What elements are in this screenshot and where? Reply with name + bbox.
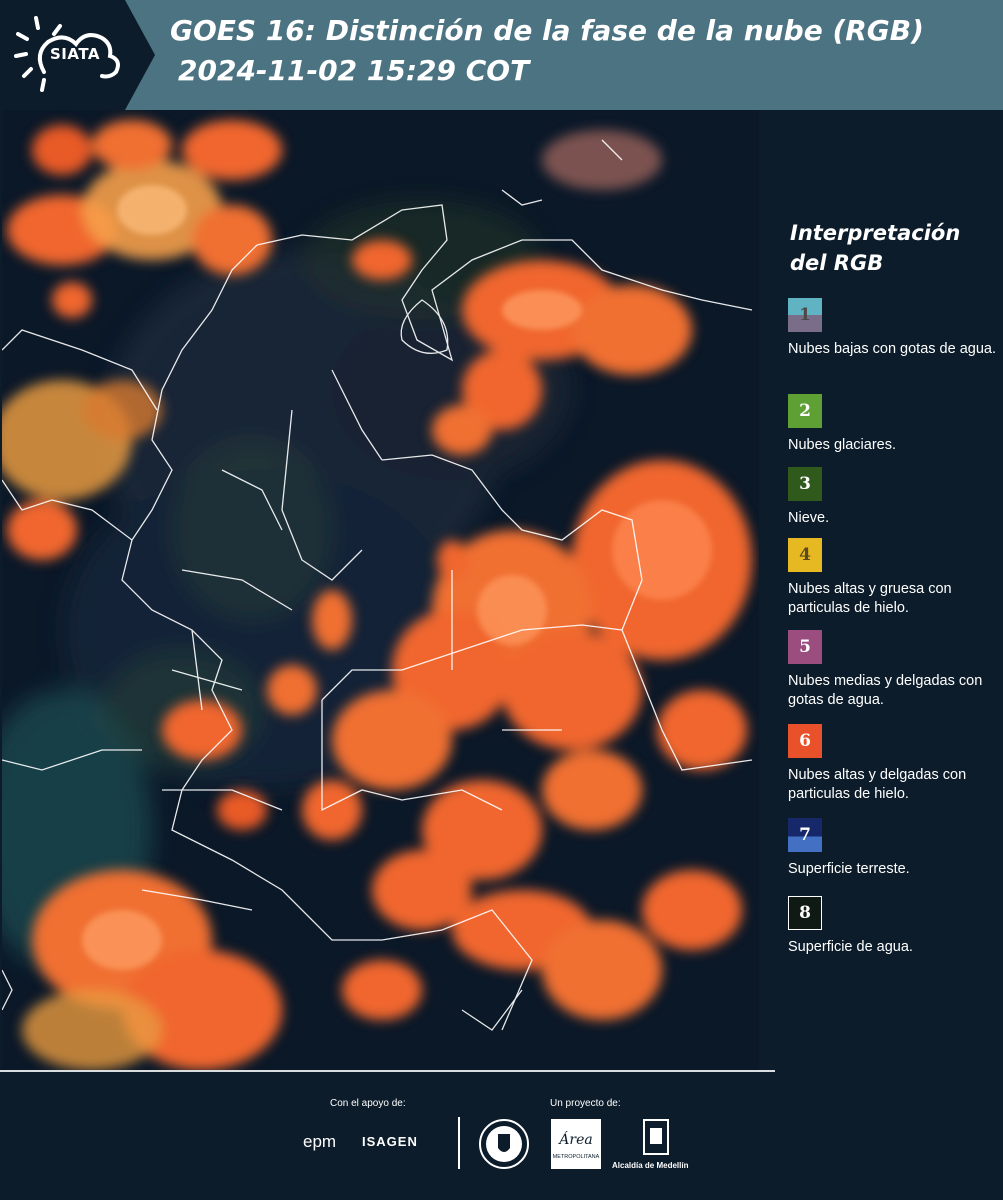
- legend-swatch-6: 6: [788, 724, 822, 758]
- siata-logo: SIATA: [0, 0, 155, 110]
- alcaldia-shield-icon: [643, 1119, 669, 1155]
- page-title: GOES 16: Distinción de la fase de la nub…: [170, 14, 924, 47]
- page-timestamp: 2024-11-02 15:29 COT: [178, 54, 530, 87]
- legend-swatch-2: 2: [788, 394, 822, 428]
- legend-label-8: Superficie de agua.: [788, 939, 913, 955]
- project-label: Un proyecto de:: [550, 1098, 621, 1109]
- legend-swatch-1: 1: [788, 298, 822, 332]
- legend-number-2: 2: [799, 401, 811, 421]
- legend-swatch-5: 5: [788, 630, 822, 664]
- legend-label-2: Nubes glaciares.: [788, 437, 896, 453]
- legend-label-3: Nieve.: [788, 510, 830, 526]
- legend-item-7: 7 Superficie terreste.: [788, 818, 998, 879]
- university-seal-icon: [479, 1119, 529, 1169]
- legend-label-4: Nubes altas y gruesa con particulas de h…: [788, 581, 952, 616]
- legend-number-4: 4: [799, 545, 811, 565]
- footer: Con el apoyo de: Un proyecto de: epm ISA…: [0, 1070, 1003, 1200]
- support-label: Con el apoyo de:: [330, 1098, 406, 1109]
- legend-item-2: 2 Nubes glaciares.: [788, 394, 998, 455]
- legend-panel: Interpretación del RGB 1 Nubes bajas con…: [760, 110, 1003, 1070]
- area-logo-subtext: METROPOLITANA: [553, 1154, 600, 1160]
- legend-item-5: 5 Nubes medias y delgadas con gotas de a…: [788, 630, 998, 710]
- legend-swatch-7: 7: [788, 818, 822, 852]
- header-bar: SIATA GOES 16: Distinción de la fase de …: [0, 0, 1003, 110]
- legend-number-8: 8: [799, 903, 811, 923]
- legend-item-3: 3 Nieve.: [788, 467, 998, 528]
- legend-number-1: 1: [799, 305, 811, 325]
- legend-swatch-8: 8: [788, 896, 822, 930]
- legend-title: Interpretación del RGB: [790, 221, 961, 275]
- area-logo-text: Área: [557, 1130, 592, 1148]
- epm-logo: epm: [303, 1132, 337, 1151]
- legend-item-6: 6 Nubes altas y delgadas con particulas …: [788, 724, 998, 804]
- satellite-image: [2, 110, 759, 1070]
- isagen-logo: ISAGEN: [362, 1134, 418, 1149]
- legend-number-3: 3: [799, 474, 811, 494]
- legend-swatch-3: 3: [788, 467, 822, 501]
- siata-logo-text: SIATA: [50, 45, 101, 63]
- legend-number-6: 6: [799, 731, 811, 751]
- legend-label-5: Nubes medias y delgadas con gotas de agu…: [788, 673, 983, 708]
- legend-swatch-4: 4: [788, 538, 822, 572]
- satellite-map: [2, 110, 759, 1070]
- legend-number-5: 5: [799, 637, 811, 657]
- legend-label-6: Nubes altas y delgadas con particulas de…: [788, 767, 967, 802]
- legend-item-1: 1 Nubes bajas con gotas de agua.: [788, 298, 998, 359]
- legend-label-7: Superficie terreste.: [788, 861, 910, 877]
- legend-number-7: 7: [799, 825, 811, 845]
- legend-item-8: 8 Superficie de agua.: [788, 896, 998, 957]
- legend-item-4: 4 Nubes altas y gruesa con particulas de…: [788, 538, 998, 618]
- alcaldia-text: Alcaldía de Medellín: [612, 1161, 689, 1170]
- footer-divider-line: [0, 1070, 775, 1072]
- legend-label-1: Nubes bajas con gotas de agua.: [788, 341, 996, 357]
- area-metropolitana-logo: Área METROPOLITANA: [551, 1119, 601, 1169]
- footer-logo-divider: [458, 1117, 460, 1169]
